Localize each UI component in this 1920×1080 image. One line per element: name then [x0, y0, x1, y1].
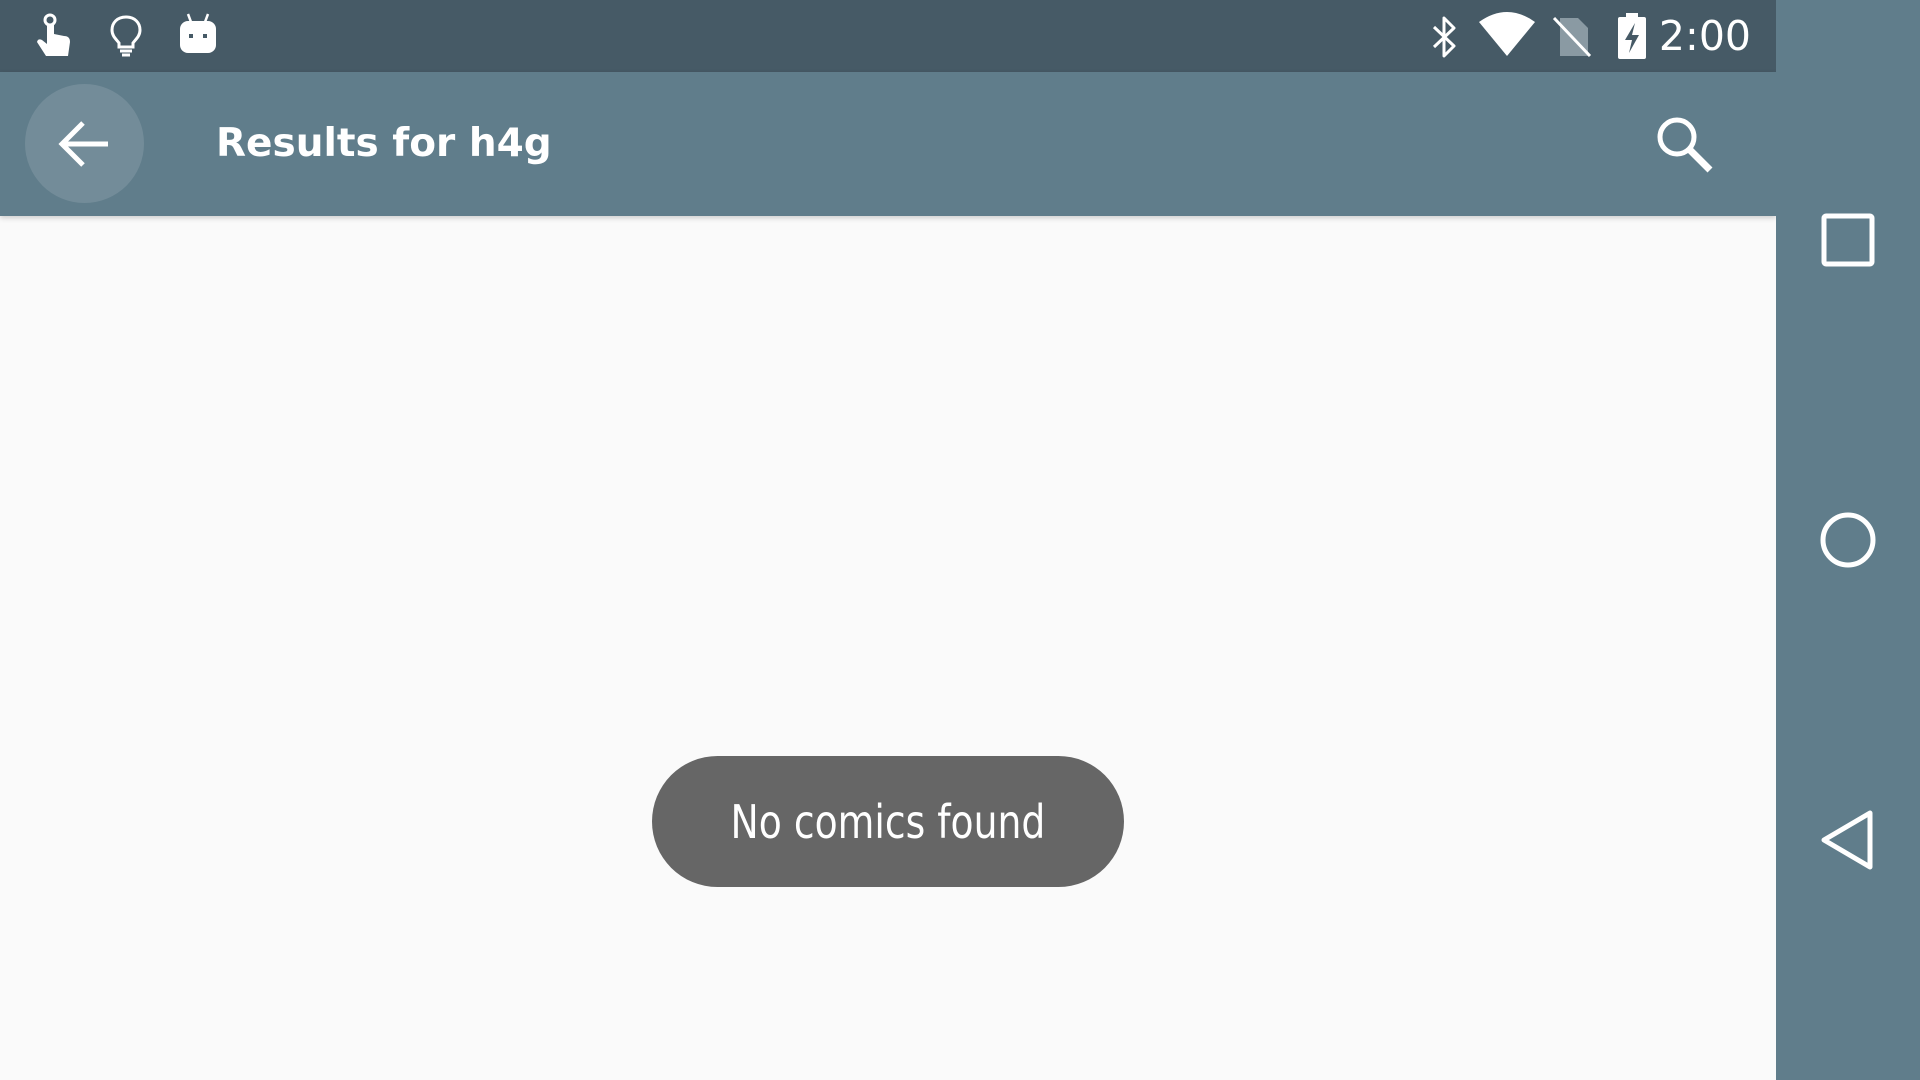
results-content [0, 216, 1776, 1080]
wifi-icon [1479, 12, 1535, 56]
bluetooth-icon [1432, 16, 1456, 58]
arrow-back-icon [57, 120, 108, 167]
status-bar: 2:00 [0, 0, 1776, 72]
home-button[interactable] [1798, 490, 1898, 590]
toast: No comics found [652, 756, 1124, 887]
back-nav-button[interactable] [1798, 790, 1898, 890]
battery-charging-icon [1618, 13, 1646, 59]
toast-message: No comics found [730, 794, 1046, 849]
page-title: Results for h4g [216, 121, 552, 166]
navigation-bar [1776, 0, 1920, 1080]
back-icon [1821, 810, 1873, 870]
search-icon [1657, 117, 1713, 173]
back-button[interactable] [25, 84, 144, 203]
touch-icon [37, 13, 70, 56]
android-icon [180, 13, 216, 53]
recents-icon [1821, 213, 1875, 267]
home-icon [1820, 512, 1876, 568]
no-sim-icon [1552, 16, 1592, 58]
status-time: 2:00 [1658, 12, 1751, 60]
recents-button[interactable] [1798, 190, 1898, 290]
lightbulb-icon [110, 15, 142, 57]
search-button[interactable] [1650, 110, 1720, 180]
app-bar: Results for h4g [0, 72, 1776, 216]
